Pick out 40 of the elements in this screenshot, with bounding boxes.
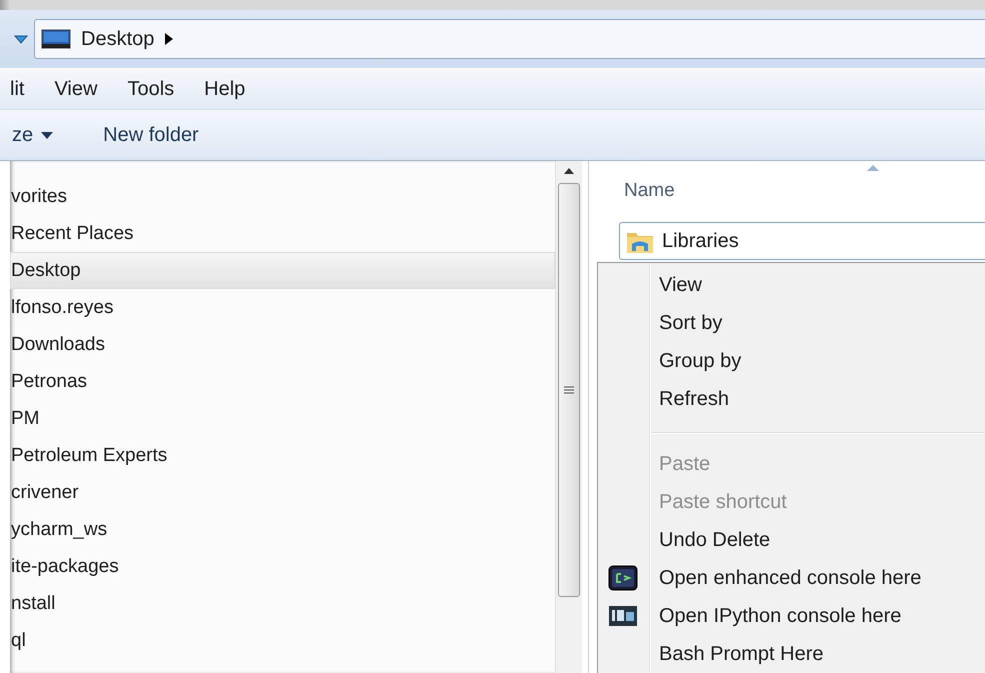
- nav-item[interactable]: nstall: [10, 585, 555, 622]
- scroll-up-icon[interactable]: [563, 167, 575, 175]
- menu-item[interactable]: View: [598, 267, 985, 305]
- menu-item[interactable]: lit: [10, 78, 24, 100]
- desktop-icon: [41, 29, 71, 49]
- caret-icon: [41, 132, 54, 138]
- nav-item[interactable]: Desktop: [10, 252, 555, 289]
- menu-item[interactable]: Sort by: [598, 304, 985, 343]
- menu-item[interactable]: Bash Prompt Here: [598, 635, 985, 673]
- menu-item[interactable]: Undo Delete: [598, 521, 985, 560]
- address-bar[interactable]: Desktop: [34, 19, 985, 59]
- nav-item[interactable]: lfonso.reyes: [10, 289, 555, 326]
- menu-item[interactable]: Group by: [598, 342, 985, 381]
- chevron-icon[interactable]: [164, 32, 174, 46]
- nav-item[interactable]: Recent Places: [10, 215, 555, 252]
- console-icon: [608, 565, 638, 592]
- new-folder-button[interactable]: New folder: [103, 124, 199, 146]
- nav-item[interactable]: vorites: [10, 178, 555, 215]
- menu-item[interactable]: Refresh: [598, 380, 985, 419]
- nav-item[interactable]: ite-packages: [10, 548, 555, 585]
- column-header[interactable]: Name: [624, 180, 675, 202]
- nav-item[interactable]: PM: [10, 400, 555, 437]
- menu-item[interactable]: View: [54, 78, 98, 100]
- scrollbar-thumb[interactable]: [558, 183, 580, 597]
- file-item[interactable]: Libraries: [619, 222, 985, 260]
- menu-item[interactable]: Open IPython console here: [598, 597, 985, 636]
- location-text: Desktop: [81, 28, 154, 50]
- dropdown-arrow-icon[interactable]: [14, 34, 28, 44]
- nav-item[interactable]: Petroleum Experts: [10, 437, 555, 474]
- menu-item[interactable]: Help: [204, 78, 246, 100]
- nav-item[interactable]: Petronas: [10, 363, 555, 400]
- nav-item[interactable]: ycharm_ws: [10, 511, 555, 548]
- nav-item[interactable]: ql: [10, 622, 555, 659]
- sort-arrow-icon: [867, 165, 879, 171]
- nav-item[interactable]: Downloads: [10, 326, 555, 363]
- nav-item[interactable]: crivener: [10, 474, 555, 511]
- menu-item[interactable]: Open enhanced console here: [598, 559, 985, 598]
- grip-icon: [564, 386, 574, 394]
- organize-button[interactable]: ze: [12, 124, 54, 146]
- menu-item[interactable]: Tools: [127, 78, 174, 100]
